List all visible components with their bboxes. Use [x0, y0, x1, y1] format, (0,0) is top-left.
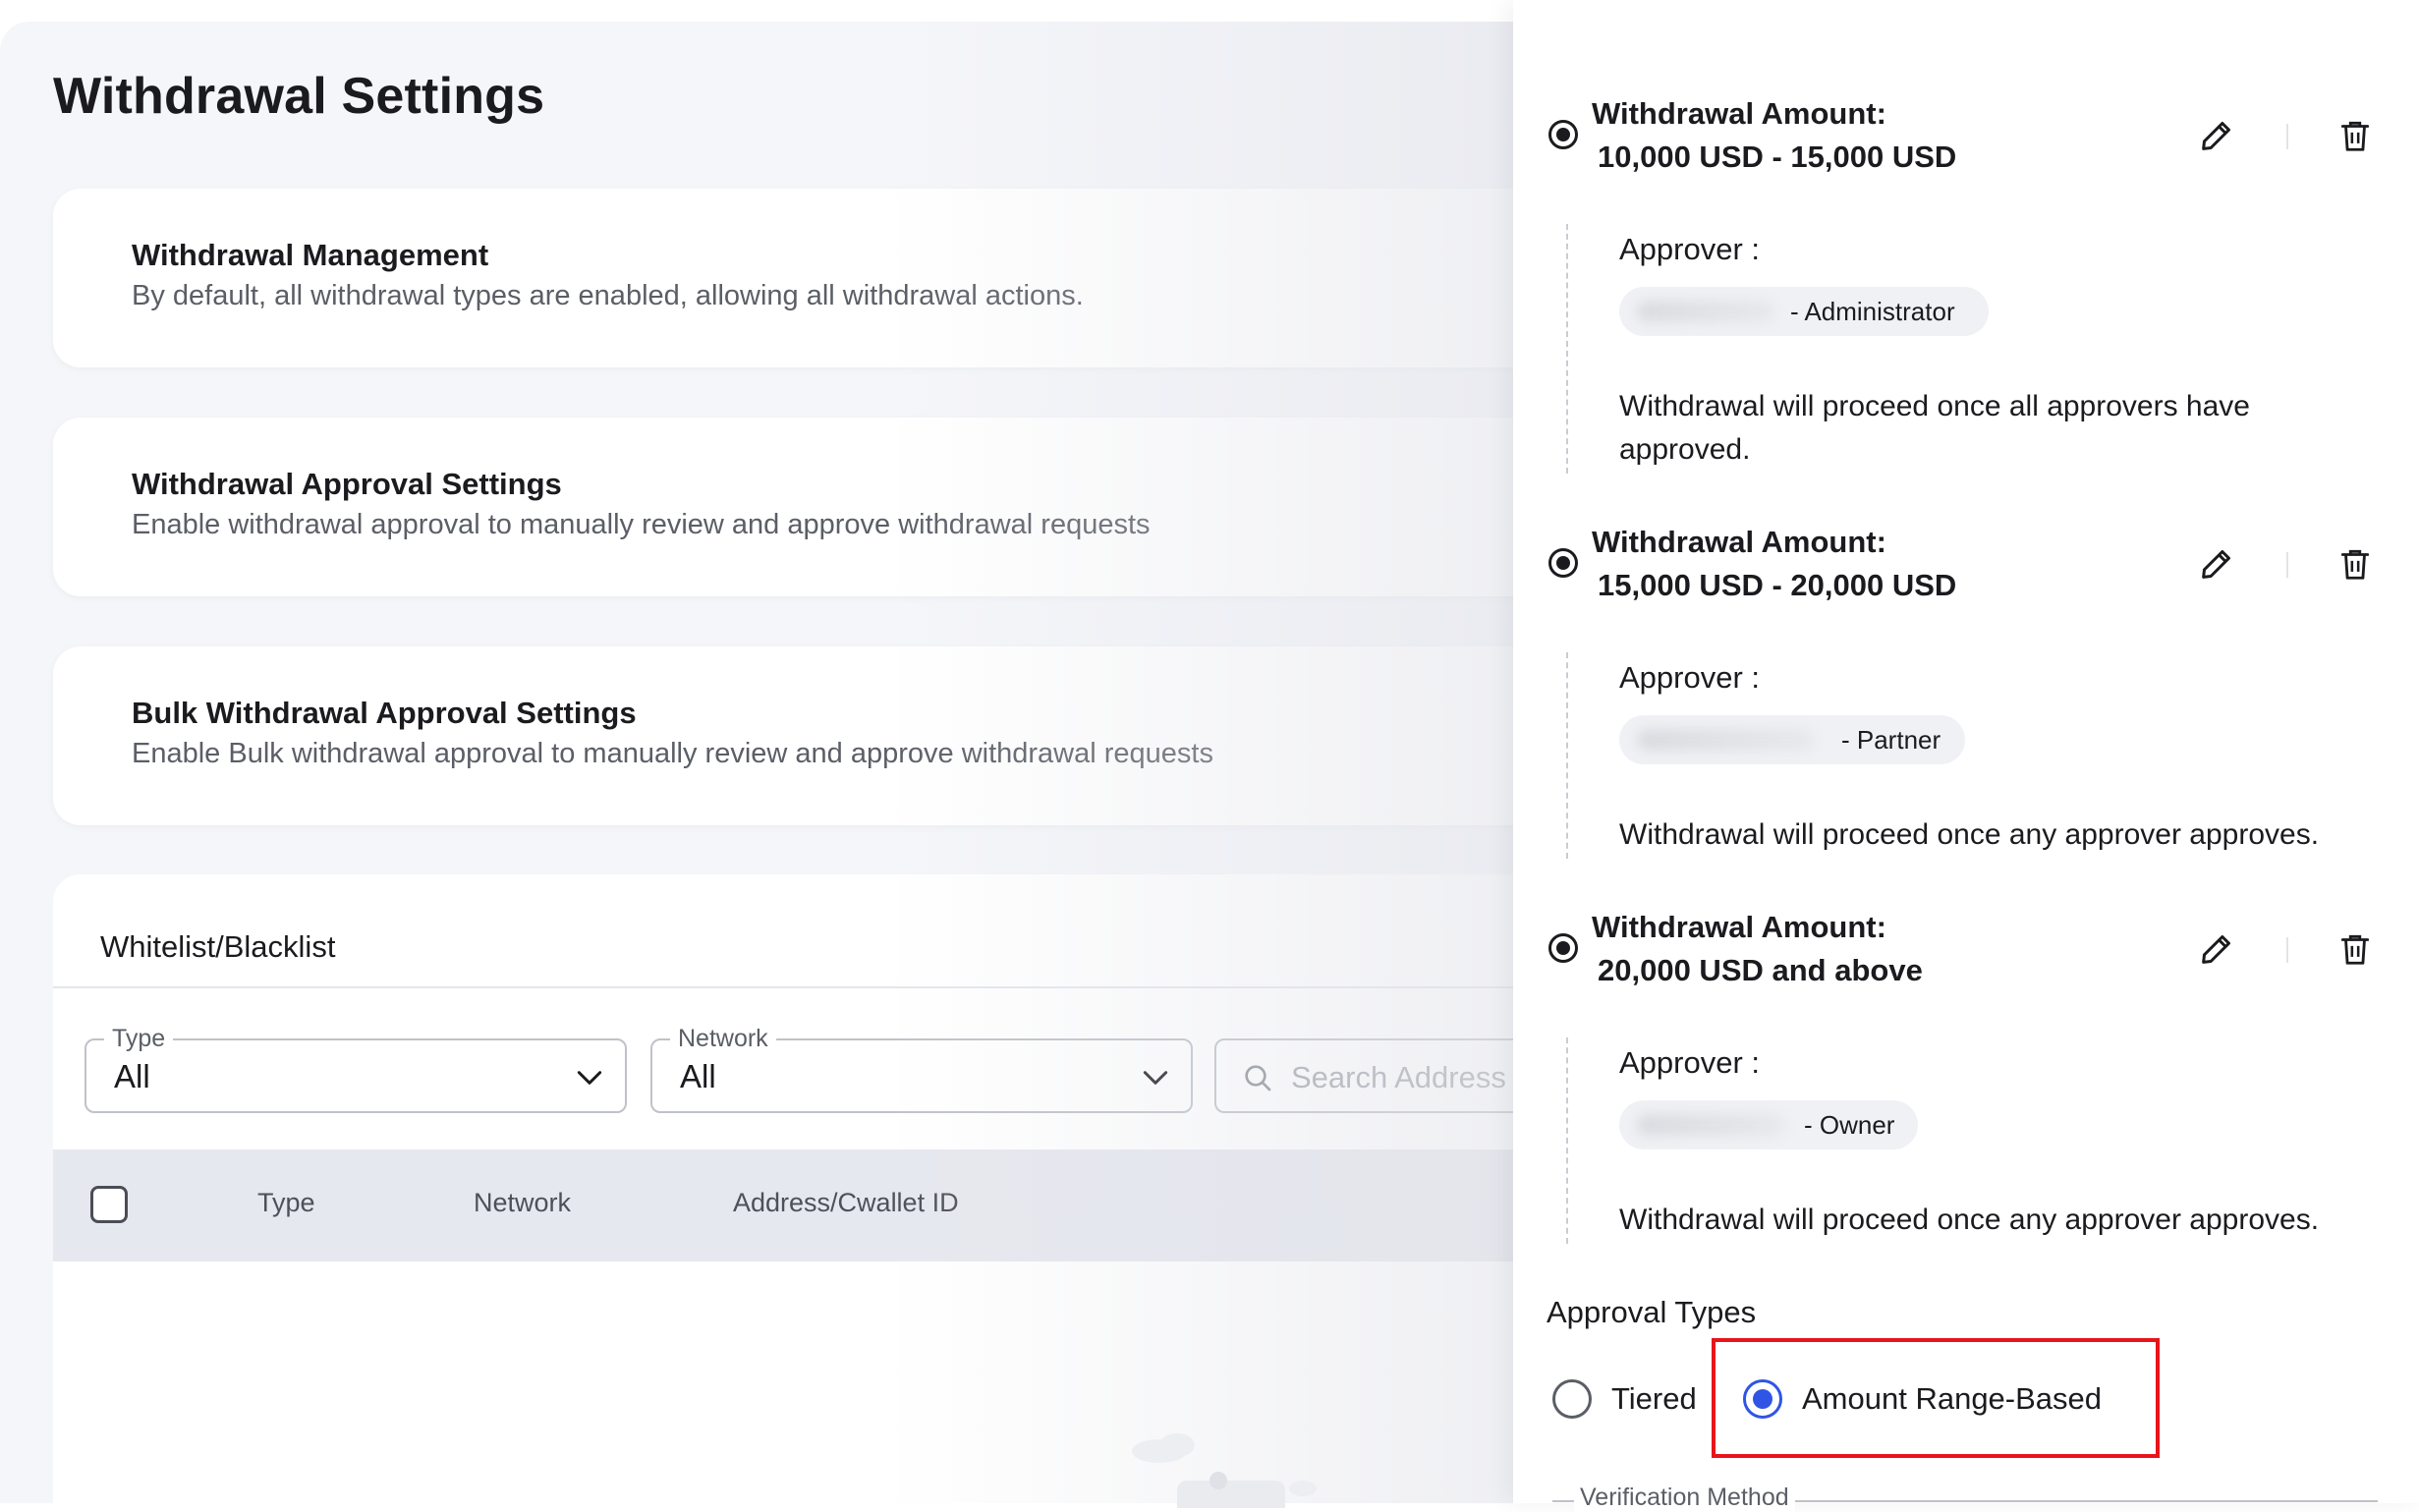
approver-name-redacted: [1637, 301, 1774, 322]
card-title: Withdrawal Management: [132, 238, 489, 272]
approver-name-redacted: [1637, 729, 1814, 751]
approval-rule-text: Withdrawal will proceed once all approve…: [1619, 390, 2250, 466]
edit-icon[interactable]: [2197, 929, 2236, 969]
trash-icon[interactable]: [2336, 544, 2374, 584]
divider: [2286, 124, 2288, 149]
column-header-address: Address/Cwallet ID: [733, 1188, 959, 1217]
approval-rule-text: Withdrawal will proceed once any approve…: [1619, 1204, 2320, 1236]
trash-icon[interactable]: [2336, 116, 2374, 155]
approver-label: Approver :: [1619, 660, 1761, 695]
approval-types-title: Approval Types: [1547, 1295, 1757, 1329]
verification-method-label: Verification Method: [1574, 1484, 1795, 1512]
page-title: Withdrawal Settings: [53, 68, 545, 125]
divider: [53, 986, 1513, 988]
network-select-label: Network: [670, 1025, 776, 1053]
divider: [2286, 937, 2288, 963]
chevron-down-icon: [1143, 1071, 1168, 1085]
range-label: Withdrawal Amount:: [1592, 96, 1886, 131]
type-select[interactable]: Type All: [84, 1025, 627, 1113]
range-value: 20,000 USD and above: [1598, 953, 1923, 987]
range-connector: [1566, 224, 1568, 474]
highlight-annotation-box: [1712, 1338, 2160, 1458]
network-select-value: All: [680, 1058, 716, 1094]
empty-state-illustration: [1132, 1433, 1317, 1508]
card-description: Enable withdrawal approval to manually r…: [132, 509, 1151, 540]
range-value: 10,000 USD - 15,000 USD: [1598, 140, 1957, 174]
card-withdrawal-approval-settings[interactable]: Withdrawal Approval Settings Enable with…: [53, 418, 1513, 596]
approver-role: - Partner: [1841, 725, 1941, 755]
main-page: Withdrawal Settings Withdrawal Managemen…: [0, 22, 1513, 1503]
table-header: Type Network Address/Cwallet ID: [53, 1149, 1513, 1261]
network-select[interactable]: Network All: [650, 1025, 1193, 1113]
approver-name-redacted: [1637, 1114, 1784, 1136]
search-placeholder: Search Address: [1291, 1060, 1506, 1094]
search-address-input[interactable]: Search Address: [1214, 1038, 1513, 1113]
divider: [2286, 552, 2288, 578]
range-connector: [1566, 652, 1568, 859]
approver-chip: - Administrator: [1619, 287, 1989, 336]
approver-label: Approver :: [1619, 232, 1761, 266]
column-header-type: Type: [257, 1188, 315, 1217]
card-description: By default, all withdrawal types are ena…: [132, 280, 1084, 311]
card-bulk-withdrawal-approval-settings[interactable]: Bulk Withdrawal Approval Settings Enable…: [53, 646, 1513, 825]
type-select-label: Type: [104, 1025, 174, 1053]
search-icon: [1245, 1065, 1271, 1092]
card-withdrawal-management[interactable]: Withdrawal Management By default, all wi…: [53, 189, 1513, 367]
approver-chip: - Owner: [1619, 1100, 1918, 1149]
approver-role: - Administrator: [1790, 297, 1955, 326]
select-all-checkbox[interactable]: [90, 1186, 128, 1223]
whitelist-title: Whitelist/Blacklist: [100, 929, 336, 964]
range-connector: [1566, 1037, 1568, 1244]
range-label: Withdrawal Amount:: [1592, 525, 1886, 559]
radio-label: Tiered: [1611, 1381, 1697, 1416]
range-label: Withdrawal Amount:: [1592, 910, 1886, 944]
approver-role: - Owner: [1804, 1110, 1895, 1140]
approver-chip: - Partner: [1619, 715, 1965, 764]
range-value: 15,000 USD - 20,000 USD: [1598, 568, 1957, 602]
chevron-down-icon: [577, 1071, 602, 1085]
range-bullet: [1548, 548, 1578, 578]
card-title: Withdrawal Approval Settings: [132, 467, 562, 501]
card-title: Bulk Withdrawal Approval Settings: [132, 696, 637, 730]
trash-icon[interactable]: [2336, 929, 2374, 969]
radio-tiered[interactable]: [1552, 1379, 1592, 1419]
whitelist-blacklist-panel: Whitelist/Blacklist Type All Network All…: [53, 874, 1513, 1503]
range-bullet: [1548, 933, 1578, 963]
card-description: Enable Bulk withdrawal approval to manua…: [132, 738, 1213, 769]
approval-rules-drawer: Withdrawal Amount: 10,000 USD - 15,000 U…: [1513, 0, 2419, 1512]
approval-rule-text: Withdrawal will proceed once any approve…: [1619, 818, 2320, 851]
range-bullet: [1548, 120, 1578, 149]
type-select-value: All: [114, 1058, 150, 1094]
edit-icon[interactable]: [2197, 116, 2236, 155]
edit-icon[interactable]: [2197, 544, 2236, 584]
approver-label: Approver :: [1619, 1045, 1761, 1080]
column-header-network: Network: [474, 1188, 572, 1217]
